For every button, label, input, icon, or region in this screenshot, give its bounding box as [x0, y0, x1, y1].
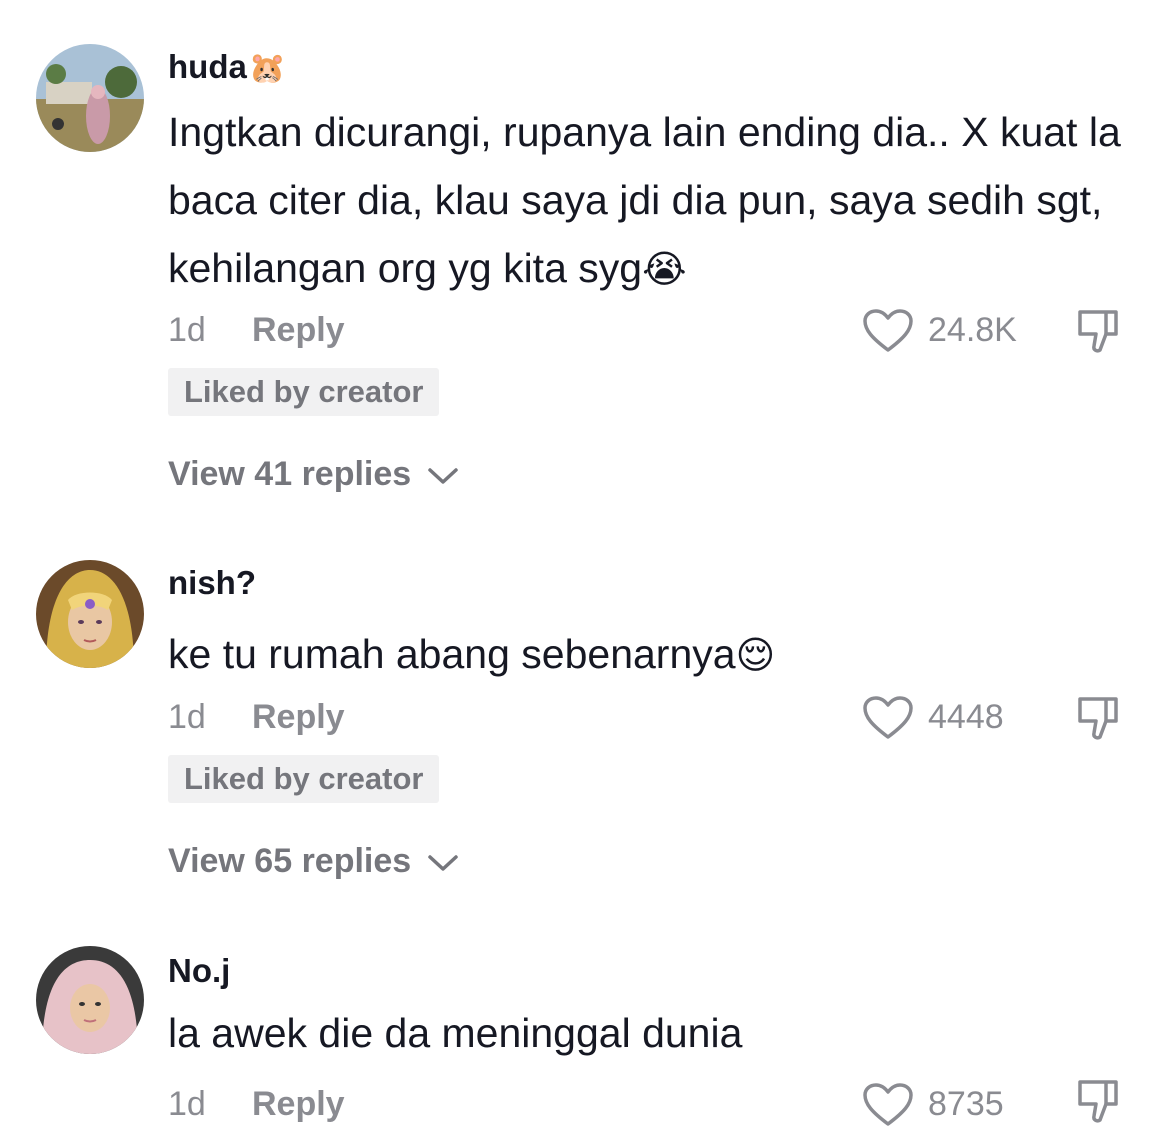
heart-outline-icon[interactable]: [862, 308, 914, 354]
avatar[interactable]: [36, 44, 144, 152]
thumbs-down-icon[interactable]: [1072, 306, 1124, 358]
comment-time: 1d: [168, 311, 206, 349]
comment-time: 1d: [168, 1085, 206, 1123]
reply-button[interactable]: Reply: [252, 1085, 345, 1124]
comment-time: 1d: [168, 698, 206, 736]
view-replies-button[interactable]: View 65 replies: [168, 842, 459, 881]
heart-outline-icon[interactable]: [862, 1082, 914, 1128]
view-replies-label[interactable]: View 41 replies: [168, 455, 411, 493]
crying-emoji: 😭: [642, 249, 687, 291]
like-count: 8735: [928, 1085, 1004, 1123]
comment-text: la awek die da meninggal dunia: [168, 999, 1128, 1067]
like-count: 24.8K: [928, 311, 1017, 349]
like-count: 4448: [928, 698, 1004, 736]
thumbs-down-icon[interactable]: [1072, 693, 1124, 745]
thumbs-down-icon[interactable]: [1072, 1076, 1124, 1128]
liked-by-creator-badge: Liked by creator: [168, 368, 440, 416]
username[interactable]: nish?: [168, 564, 256, 602]
comment-body: la awek die da meninggal dunia: [168, 1010, 743, 1056]
view-replies-button[interactable]: View 41 replies: [168, 455, 459, 494]
username[interactable]: No.j: [168, 952, 230, 990]
username-text[interactable]: huda: [168, 48, 247, 85]
chevron-down-icon[interactable]: [427, 853, 459, 873]
reply-button[interactable]: Reply: [252, 311, 345, 350]
heart-outline-icon[interactable]: [862, 695, 914, 741]
comment-text: Ingtkan dicurangi, rupanya lain ending d…: [168, 98, 1128, 304]
chevron-down-icon[interactable]: [427, 466, 459, 486]
username[interactable]: huda🐹: [168, 48, 286, 86]
hamster-emoji: 🐹: [248, 52, 287, 85]
avatar[interactable]: [36, 560, 144, 668]
relieved-emoji: 😌: [735, 635, 776, 677]
avatar[interactable]: [36, 946, 144, 1054]
comment-body: ke tu rumah abang sebenarnya: [168, 631, 736, 677]
comment-text: ke tu rumah abang sebenarnya😌: [168, 620, 1128, 690]
reply-button[interactable]: Reply: [252, 698, 345, 737]
liked-by-creator-badge: Liked by creator: [168, 755, 440, 803]
view-replies-label[interactable]: View 65 replies: [168, 842, 411, 880]
